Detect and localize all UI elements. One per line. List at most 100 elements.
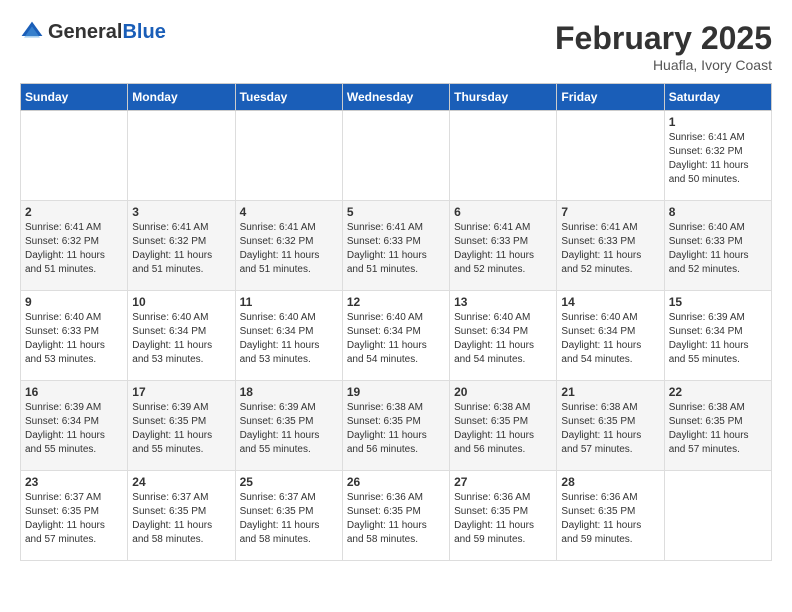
header-saturday: Saturday (664, 84, 771, 111)
calendar-cell (342, 111, 449, 201)
day-info: Sunrise: 6:41 AM Sunset: 6:33 PM Dayligh… (454, 221, 552, 277)
logo-blue: Blue (122, 21, 165, 43)
day-info: Sunrise: 6:39 AM Sunset: 6:35 PM Dayligh… (240, 401, 338, 457)
day-info: Sunrise: 6:40 AM Sunset: 6:34 PM Dayligh… (132, 311, 230, 367)
subtitle: Huafla, Ivory Coast (555, 57, 772, 73)
header-friday: Friday (557, 84, 664, 111)
page-header: GeneralBlue February 2025 Huafla, Ivory … (20, 20, 772, 73)
day-number: 18 (240, 385, 338, 399)
calendar-cell: 3 Sunrise: 6:41 AM Sunset: 6:32 PM Daylig… (128, 201, 235, 291)
day-info: Sunrise: 6:40 AM Sunset: 6:34 PM Dayligh… (561, 311, 659, 367)
calendar-week-5: 23 Sunrise: 6:37 AM Sunset: 6:35 PM Dayli… (21, 471, 772, 561)
header-tuesday: Tuesday (235, 84, 342, 111)
day-number: 10 (132, 295, 230, 309)
calendar-cell: 28 Sunrise: 6:36 AM Sunset: 6:35 PM Dayli… (557, 471, 664, 561)
calendar-cell: 14 Sunrise: 6:40 AM Sunset: 6:34 PM Dayli… (557, 291, 664, 381)
calendar-cell (664, 471, 771, 561)
day-number: 28 (561, 475, 659, 489)
day-info: Sunrise: 6:38 AM Sunset: 6:35 PM Dayligh… (347, 401, 445, 457)
day-number: 9 (25, 295, 123, 309)
calendar-cell: 9Sunrise: 6:40 AM Sunset: 6:33 PM Daylig… (21, 291, 128, 381)
calendar-cell: 8 Sunrise: 6:40 AM Sunset: 6:33 PM Daylig… (664, 201, 771, 291)
calendar-cell: 22Sunrise: 6:38 AM Sunset: 6:35 PM Dayli… (664, 381, 771, 471)
day-info: Sunrise: 6:39 AM Sunset: 6:35 PM Dayligh… (132, 401, 230, 457)
calendar-cell: 27Sunrise: 6:36 AM Sunset: 6:35 PM Dayli… (450, 471, 557, 561)
calendar-cell: 16 Sunrise: 6:39 AM Sunset: 6:34 PM Dayli… (21, 381, 128, 471)
logo-general: General (48, 21, 122, 43)
day-info: Sunrise: 6:38 AM Sunset: 6:35 PM Dayligh… (669, 401, 767, 457)
header-wednesday: Wednesday (342, 84, 449, 111)
day-info: Sunrise: 6:40 AM Sunset: 6:34 PM Dayligh… (347, 311, 445, 367)
day-number: 3 (132, 205, 230, 219)
day-number: 19 (347, 385, 445, 399)
calendar-cell: 15 Sunrise: 6:39 AM Sunset: 6:34 PM Dayli… (664, 291, 771, 381)
calendar-cell (450, 111, 557, 201)
calendar-week-4: 16 Sunrise: 6:39 AM Sunset: 6:34 PM Dayli… (21, 381, 772, 471)
day-number: 8 (669, 205, 767, 219)
day-number: 13 (454, 295, 552, 309)
day-number: 21 (561, 385, 659, 399)
calendar-cell: 20 Sunrise: 6:38 AM Sunset: 6:35 PM Dayli… (450, 381, 557, 471)
day-info: Sunrise: 6:39 AM Sunset: 6:34 PM Dayligh… (25, 401, 123, 457)
calendar-cell: 17 Sunrise: 6:39 AM Sunset: 6:35 PM Dayli… (128, 381, 235, 471)
calendar-cell: 19 Sunrise: 6:38 AM Sunset: 6:35 PM Dayli… (342, 381, 449, 471)
day-number: 23 (25, 475, 123, 489)
calendar-week-2: 2 Sunrise: 6:41 AM Sunset: 6:32 PM Daylig… (21, 201, 772, 291)
calendar-cell (21, 111, 128, 201)
main-title: February 2025 (555, 20, 772, 57)
day-number: 15 (669, 295, 767, 309)
calendar-cell: 23 Sunrise: 6:37 AM Sunset: 6:35 PM Dayli… (21, 471, 128, 561)
calendar-cell: 5Sunrise: 6:41 AM Sunset: 6:33 PM Daylig… (342, 201, 449, 291)
day-info: Sunrise: 6:36 AM Sunset: 6:35 PM Dayligh… (561, 491, 659, 547)
day-number: 17 (132, 385, 230, 399)
day-info: Sunrise: 6:37 AM Sunset: 6:35 PM Dayligh… (240, 491, 338, 547)
day-number: 4 (240, 205, 338, 219)
day-info: Sunrise: 6:40 AM Sunset: 6:33 PM Dayligh… (669, 221, 767, 277)
calendar-cell: 25 Sunrise: 6:37 AM Sunset: 6:35 PM Dayli… (235, 471, 342, 561)
calendar-cell (235, 111, 342, 201)
header-thursday: Thursday (450, 84, 557, 111)
day-info: Sunrise: 6:40 AM Sunset: 6:34 PM Dayligh… (454, 311, 552, 367)
day-number: 5 (347, 205, 445, 219)
calendar-cell: 6 Sunrise: 6:41 AM Sunset: 6:33 PM Daylig… (450, 201, 557, 291)
day-number: 26 (347, 475, 445, 489)
calendar-cell: 11 Sunrise: 6:40 AM Sunset: 6:34 PM Dayli… (235, 291, 342, 381)
day-number: 16 (25, 385, 123, 399)
day-number: 2 (25, 205, 123, 219)
calendar-cell: 26 Sunrise: 6:36 AM Sunset: 6:35 PM Dayli… (342, 471, 449, 561)
calendar-cell: 4 Sunrise: 6:41 AM Sunset: 6:32 PM Daylig… (235, 201, 342, 291)
day-number: 1 (669, 115, 767, 129)
calendar-cell: 1 Sunrise: 6:41 AM Sunset: 6:32 PM Daylig… (664, 111, 771, 201)
day-info: Sunrise: 6:41 AM Sunset: 6:32 PM Dayligh… (25, 221, 123, 277)
header-sunday: Sunday (21, 84, 128, 111)
day-info: Sunrise: 6:41 AM Sunset: 6:33 PM Dayligh… (561, 221, 659, 277)
day-info: Sunrise: 6:36 AM Sunset: 6:35 PM Dayligh… (454, 491, 552, 547)
day-number: 14 (561, 295, 659, 309)
calendar-body: 1 Sunrise: 6:41 AM Sunset: 6:32 PM Daylig… (21, 111, 772, 561)
calendar-header: Sunday Monday Tuesday Wednesday Thursday… (21, 84, 772, 111)
logo-icon (20, 20, 44, 44)
day-number: 12 (347, 295, 445, 309)
day-number: 25 (240, 475, 338, 489)
day-info: Sunrise: 6:39 AM Sunset: 6:34 PM Dayligh… (669, 311, 767, 367)
day-info: Sunrise: 6:41 AM Sunset: 6:32 PM Dayligh… (132, 221, 230, 277)
logo: GeneralBlue (20, 20, 166, 44)
day-info: Sunrise: 6:38 AM Sunset: 6:35 PM Dayligh… (454, 401, 552, 457)
calendar-week-1: 1 Sunrise: 6:41 AM Sunset: 6:32 PM Daylig… (21, 111, 772, 201)
day-info: Sunrise: 6:36 AM Sunset: 6:35 PM Dayligh… (347, 491, 445, 547)
day-info: Sunrise: 6:37 AM Sunset: 6:35 PM Dayligh… (25, 491, 123, 547)
calendar-cell: 7Sunrise: 6:41 AM Sunset: 6:33 PM Daylig… (557, 201, 664, 291)
calendar-cell: 12 Sunrise: 6:40 AM Sunset: 6:34 PM Dayli… (342, 291, 449, 381)
day-info: Sunrise: 6:37 AM Sunset: 6:35 PM Dayligh… (132, 491, 230, 547)
day-info: Sunrise: 6:41 AM Sunset: 6:32 PM Dayligh… (669, 131, 767, 187)
day-info: Sunrise: 6:41 AM Sunset: 6:32 PM Dayligh… (240, 221, 338, 277)
calendar-cell (128, 111, 235, 201)
calendar-table: Sunday Monday Tuesday Wednesday Thursday… (20, 83, 772, 561)
day-number: 24 (132, 475, 230, 489)
day-info: Sunrise: 6:40 AM Sunset: 6:34 PM Dayligh… (240, 311, 338, 367)
calendar-cell (557, 111, 664, 201)
day-number: 6 (454, 205, 552, 219)
header-monday: Monday (128, 84, 235, 111)
day-number: 11 (240, 295, 338, 309)
day-number: 20 (454, 385, 552, 399)
